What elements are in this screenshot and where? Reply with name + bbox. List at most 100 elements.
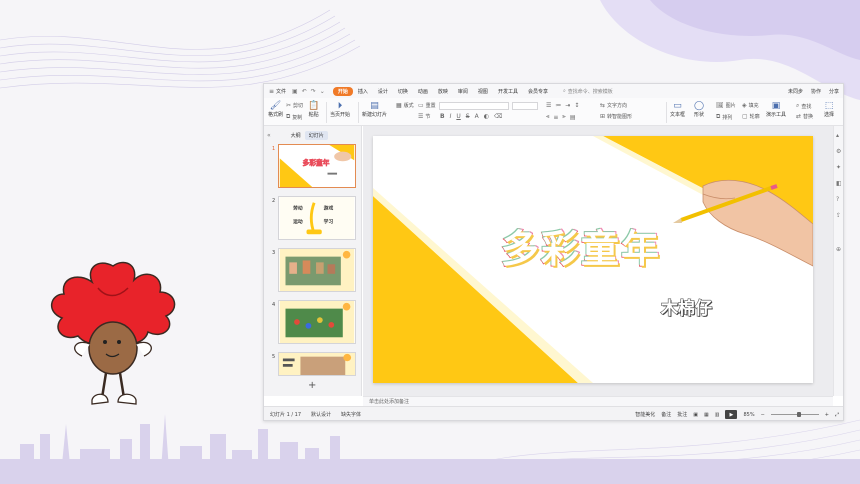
scroll-up-icon[interactable]: ▴ xyxy=(836,132,839,139)
notes-toggle[interactable]: 备注 xyxy=(661,411,671,418)
layout-label: 版式 xyxy=(403,103,414,109)
presenter-tools-button[interactable]: ▣ 演示工具 xyxy=(766,101,786,118)
share-pane-icon[interactable]: ⇪ xyxy=(836,212,841,219)
fill-button[interactable]: ◈ 填充 xyxy=(742,102,759,109)
slide-thumbnail-3[interactable] xyxy=(278,248,356,292)
settings-icon[interactable]: ⊕ xyxy=(836,246,841,253)
zoom-out-icon[interactable]: − xyxy=(761,412,765,418)
format-painter-button[interactable]: 🖌 格式刷 xyxy=(268,101,283,118)
thumb-2-item: 运动 xyxy=(293,218,303,225)
tab-insert[interactable]: 插入 xyxy=(353,87,373,96)
share-button[interactable]: 分享 xyxy=(829,88,839,95)
line-spacing-icon[interactable]: ↕ xyxy=(574,102,579,109)
command-search[interactable]: ⌕ 查找命令、搜索模板 xyxy=(563,88,613,95)
tab-design[interactable]: 设计 xyxy=(373,87,393,96)
thumb-number: 3 xyxy=(272,250,276,256)
new-slide-button[interactable]: ▤ 新建幻灯片 xyxy=(362,101,387,118)
tab-animations[interactable]: 动画 xyxy=(413,87,433,96)
normal-view-icon[interactable]: ▣ xyxy=(693,412,698,418)
slide-author[interactable]: 木棉仔 xyxy=(660,294,712,319)
font-color-icon[interactable]: A xyxy=(475,113,479,120)
undo-icon[interactable]: ↶ xyxy=(302,88,307,95)
help-icon[interactable]: ? xyxy=(836,196,839,203)
play-from-current-button[interactable]: ⏵ 当页开始 xyxy=(330,101,350,118)
align-left-icon[interactable]: ⫷ xyxy=(546,113,549,121)
thumb-1-title: 多彩童年 xyxy=(303,158,330,167)
tab-developer[interactable]: 开发工具 xyxy=(493,87,523,96)
slide-thumbnail-4[interactable] xyxy=(278,300,356,344)
underline-icon[interactable]: U xyxy=(456,113,460,120)
copy-button[interactable]: ⧉ 复制 xyxy=(286,113,302,121)
comments-toggle[interactable]: 批注 xyxy=(677,411,687,418)
theme-name[interactable]: 默认设计 xyxy=(311,411,331,418)
align-right-icon[interactable]: ⫸ xyxy=(562,113,565,121)
collaborate-button[interactable]: 协作 xyxy=(811,88,821,95)
picture-button[interactable]: 🖼 图片 xyxy=(716,102,736,109)
highlight-icon[interactable]: ◐ xyxy=(484,113,489,120)
ribbon-divider xyxy=(358,102,359,123)
tab-transitions[interactable]: 切换 xyxy=(393,87,413,96)
tab-review[interactable]: 审阅 xyxy=(453,87,473,96)
bullet-list-icon[interactable]: ☰ xyxy=(546,102,551,109)
sorter-view-icon[interactable]: ▦ xyxy=(704,412,709,418)
numbered-list-icon[interactable]: ≔ xyxy=(555,102,561,109)
strikethrough-icon[interactable]: S xyxy=(466,113,470,120)
animation-pane-icon[interactable]: ✦ xyxy=(836,164,841,171)
font-family-select[interactable] xyxy=(439,102,509,110)
find-button[interactable]: ⌕ 查找 xyxy=(796,102,811,110)
smart-beautify-button[interactable]: 智能美化 xyxy=(635,411,655,418)
menu-bar: ≡ 文件 ▣ ↶ ↷ ⌄ 开始 插入 设计 切换 动画 放映 审阅 视图 开发工… xyxy=(264,84,843,98)
slide-title[interactable]: 多彩童年 xyxy=(500,218,661,273)
tab-home[interactable]: 开始 xyxy=(332,86,353,96)
slide-thumbnail-1[interactable]: 多彩童年 xyxy=(278,144,356,188)
font-size-select[interactable] xyxy=(512,102,538,110)
save-icon[interactable]: ▣ xyxy=(292,88,298,95)
redo-icon[interactable]: ↷ xyxy=(311,88,316,95)
add-slide-icon[interactable]: + xyxy=(308,380,316,391)
tab-outline[interactable]: 大纲 xyxy=(287,131,305,140)
format-pane-icon[interactable]: ◧ xyxy=(836,180,842,187)
slide-thumbnail-2[interactable]: 劳动 运动 游戏 学习 xyxy=(278,196,356,240)
properties-icon[interactable]: ⚙ xyxy=(836,148,841,155)
current-slide[interactable]: 多彩童年 木棉仔 xyxy=(373,136,813,383)
file-menu[interactable]: ≡ 文件 xyxy=(269,88,286,95)
paste-button[interactable]: 📋 粘贴 xyxy=(308,101,319,118)
slide-thumbnail-5[interactable] xyxy=(278,352,356,376)
tab-slideshow[interactable]: 放映 xyxy=(433,87,453,96)
tab-member[interactable]: 会员专享 xyxy=(523,87,553,96)
layout-button[interactable]: ▦ 版式 xyxy=(396,102,414,109)
arrange-icon: ⧉ xyxy=(716,113,721,120)
shape-button[interactable]: ◯ 形状 xyxy=(694,101,704,118)
cut-button[interactable]: ✂ 剪切 xyxy=(286,102,303,109)
align-center-icon[interactable]: ≡ xyxy=(553,114,558,121)
sync-status[interactable]: 未同步 xyxy=(788,88,803,95)
zoom-slider[interactable] xyxy=(770,412,819,417)
fit-window-icon[interactable]: ⤢ xyxy=(835,412,839,418)
tab-view[interactable]: 视图 xyxy=(473,87,493,96)
arrange-button[interactable]: ⧉ 排列 xyxy=(716,113,732,121)
zoom-slider-knob[interactable] xyxy=(796,412,801,417)
thumb-2-art: 劳动 运动 游戏 学习 xyxy=(279,197,355,239)
outline-button[interactable]: ▢ 轮廓 xyxy=(742,113,760,120)
text-box-button[interactable]: ▭ 文本框 xyxy=(670,101,685,118)
convert-smartart-button[interactable]: ⊞ 转智能图形 xyxy=(600,113,632,120)
file-menu-label: 文件 xyxy=(276,88,287,95)
notes-area[interactable]: 单击此处添加备注 xyxy=(363,396,833,406)
clear-format-icon[interactable]: ⌫ xyxy=(494,113,502,120)
reading-view-icon[interactable]: ▥ xyxy=(715,412,720,418)
select-button[interactable]: ⬚ 选择 xyxy=(824,101,834,118)
italic-icon[interactable]: I xyxy=(450,113,452,120)
play-slideshow-button[interactable]: ▶ xyxy=(725,410,738,419)
chevron-down-icon[interactable]: ⌄ xyxy=(320,88,325,95)
tab-slides[interactable]: 幻灯片 xyxy=(304,130,328,140)
reset-button[interactable]: ▭ 重置 xyxy=(418,102,436,109)
text-direction-button[interactable]: ⇆ 文字方向 xyxy=(600,102,627,109)
zoom-in-icon[interactable]: + xyxy=(825,412,829,418)
indent-icon[interactable]: ⇥ xyxy=(565,102,570,109)
justify-icon[interactable]: ▤ xyxy=(570,114,576,121)
collapse-panel-icon[interactable]: « xyxy=(267,132,271,139)
missing-font-button[interactable]: 缺失字体 xyxy=(341,411,361,418)
replace-button[interactable]: ⇄ 替换 xyxy=(796,113,813,120)
bold-icon[interactable]: B xyxy=(440,113,445,120)
section-button[interactable]: ☰ 节 xyxy=(418,113,430,120)
